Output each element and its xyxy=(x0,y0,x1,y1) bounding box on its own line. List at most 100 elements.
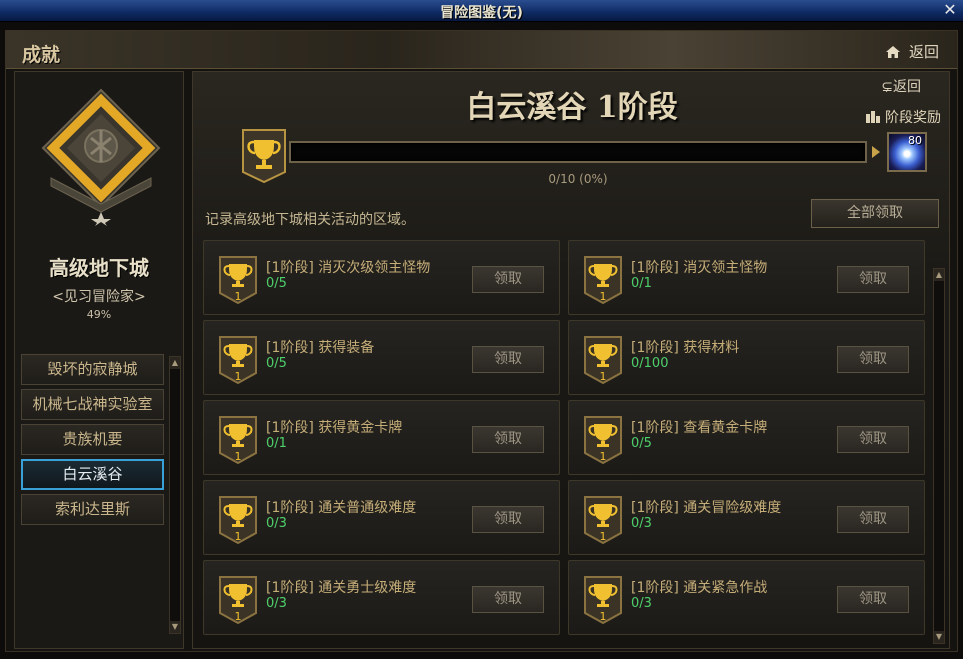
zone-title: 白云溪谷 1阶段 xyxy=(466,90,678,125)
trophy-icon xyxy=(242,129,286,184)
reward-item-icon[interactable]: 80 xyxy=(887,132,927,172)
scroll-down-icon[interactable]: ▼ xyxy=(934,631,944,643)
zone-description: 记录高级地下城相关活动的区域。 xyxy=(205,212,415,228)
nav-item-mechanical-lab[interactable]: 机械七战神实验室 xyxy=(21,389,164,420)
stage-progress-bar xyxy=(289,141,867,163)
achievement-label: [1阶段] 获得材料 xyxy=(631,340,740,356)
trophy-number: 1 xyxy=(235,530,242,543)
claim-all-button[interactable]: 全部领取 xyxy=(811,199,939,228)
trophy-icon: 1 xyxy=(584,576,622,625)
achievement-progress: 0/5 xyxy=(266,276,287,291)
close-icon[interactable]: ✕ xyxy=(941,1,959,19)
trophy-number: 1 xyxy=(600,610,607,623)
claim-button[interactable]: 领取 xyxy=(837,346,909,373)
scroll-down-icon[interactable]: ▼ xyxy=(170,621,180,633)
nav-item-solidaris[interactable]: 索利达里斯 xyxy=(21,494,164,525)
achievement-card: 1 [1阶段] 查看黄金卡牌 0/5 领取 xyxy=(568,400,925,475)
nav-item-ruined-silent-city[interactable]: 毁坏的寂静城 xyxy=(21,354,164,385)
window-title: 冒险图鉴(无) xyxy=(440,5,523,21)
achievement-card: 1 [1阶段] 消灭领主怪物 0/1 领取 xyxy=(568,240,925,315)
achievement-label: [1阶段] 查看黄金卡牌 xyxy=(631,420,768,436)
stage-reward-button[interactable]: 阶段奖励 xyxy=(865,107,941,127)
dungeon-category-panel: 高级地下城 <见习冒险家> 49% 毁坏的寂静城 机械七战神实验室 贵族机要 白… xyxy=(14,71,184,649)
achievement-main-panel: 白云溪谷 1阶段 ⊊返回 阶段奖励 80 0/10 (0%) 记录高级地下城相关… xyxy=(192,71,950,649)
window-titlebar: 冒险图鉴(无) ✕ xyxy=(0,0,963,22)
claim-button[interactable]: 领取 xyxy=(837,266,909,293)
achievement-window: 成就 返回 高级地下城 <见习冒险家> 49% 毁坏的寂静城 机械七战神实验室 … xyxy=(5,30,958,652)
trophy-icon: 1 xyxy=(584,416,622,465)
trophy-number: 1 xyxy=(235,450,242,463)
achievement-progress: 0/3 xyxy=(631,596,652,611)
achievement-label: [1阶段] 消灭次级领主怪物 xyxy=(266,260,431,276)
trophy-icon: 1 xyxy=(219,416,257,465)
achievement-progress: 0/3 xyxy=(266,596,287,611)
dungeon-group-title: 高级地下城 xyxy=(49,256,149,280)
gift-icon xyxy=(866,111,880,123)
rank-label: <见习冒险家> xyxy=(52,289,146,305)
achievement-label: [1阶段] 获得装备 xyxy=(266,340,375,356)
nav-item-noble-secrets[interactable]: 贵族机要 xyxy=(21,424,164,455)
progress-text: 0/10 (0%) xyxy=(548,172,608,186)
nav-item-baiyun-valley[interactable]: 白云溪谷 xyxy=(21,459,164,490)
achievement-progress: 0/3 xyxy=(631,516,652,531)
back-label: 返回 xyxy=(908,43,939,61)
completion-percent: 49% xyxy=(86,308,112,321)
stage-reward-label: 阶段奖励 xyxy=(885,110,941,126)
achievement-progress: 0/100 xyxy=(631,356,669,371)
achievement-card: 1 [1阶段] 获得黄金卡牌 0/1 领取 xyxy=(203,400,560,475)
left-scrollbar[interactable]: ▲ ▼ xyxy=(169,356,181,634)
trophy-icon: 1 xyxy=(584,496,622,545)
achievement-card: 1 [1阶段] 获得装备 0/5 领取 xyxy=(203,320,560,395)
achievement-card: 1 [1阶段] 获得材料 0/100 领取 xyxy=(568,320,925,395)
dungeon-list: 毁坏的寂静城 机械七战神实验室 贵族机要 白云溪谷 索利达里斯 xyxy=(21,354,167,529)
trophy-icon: 1 xyxy=(219,576,257,625)
trophy-number: 1 xyxy=(235,610,242,623)
claim-button[interactable]: 领取 xyxy=(472,426,544,453)
achievement-progress: 0/3 xyxy=(266,516,287,531)
claim-button[interactable]: 领取 xyxy=(837,586,909,613)
trophy-number: 1 xyxy=(235,290,242,303)
achievement-progress: 0/5 xyxy=(266,356,287,371)
claim-button[interactable]: 领取 xyxy=(472,346,544,373)
trophy-icon: 1 xyxy=(584,256,622,305)
rank-emblem-icon xyxy=(41,88,161,226)
claim-button[interactable]: 领取 xyxy=(472,586,544,613)
achievement-grid: 1 [1阶段] 消灭次级领主怪物 0/5 领取 1 [1阶段] 消灭领主怪物 0/1 领取 1[… xyxy=(203,240,931,644)
claim-button[interactable]: 领取 xyxy=(837,426,909,453)
achievement-card: 1 [1阶段] 消灭次级领主怪物 0/5 领取 xyxy=(203,240,560,315)
back-button[interactable]: 返回 xyxy=(885,41,939,62)
trophy-icon: 1 xyxy=(219,256,257,305)
trophy-number: 1 xyxy=(235,370,242,383)
claim-button[interactable]: 领取 xyxy=(472,266,544,293)
achievement-label: [1阶段] 通关紧急作战 xyxy=(631,580,768,596)
trophy-number: 1 xyxy=(600,530,607,543)
achievement-progress: 0/1 xyxy=(631,276,652,291)
arrow-right-icon xyxy=(872,146,880,158)
achievement-card: 1 [1阶段] 通关勇士级难度 0/3 领取 xyxy=(203,560,560,635)
claim-button[interactable]: 领取 xyxy=(472,506,544,533)
home-icon xyxy=(885,45,900,58)
trophy-number: 1 xyxy=(600,450,607,463)
page-title: 成就 xyxy=(22,44,61,66)
claim-button[interactable]: 领取 xyxy=(837,506,909,533)
trophy-icon: 1 xyxy=(584,336,622,385)
achievement-label: [1阶段] 通关普通级难度 xyxy=(266,500,417,516)
reward-level: 80 xyxy=(908,134,922,147)
stage-back-button[interactable]: ⊊返回 xyxy=(881,76,921,96)
trophy-number: 1 xyxy=(600,370,607,383)
achievement-card: 1 [1阶段] 通关普通级难度 0/3 领取 xyxy=(203,480,560,555)
scroll-up-icon[interactable]: ▲ xyxy=(170,357,180,369)
achievement-label: [1阶段] 通关冒险级难度 xyxy=(631,500,782,516)
main-scrollbar[interactable]: ▲ ▼ xyxy=(933,268,945,644)
achievement-label: [1阶段] 消灭领主怪物 xyxy=(631,260,768,276)
achievement-card: 1 [1阶段] 通关紧急作战 0/3 领取 xyxy=(568,560,925,635)
trophy-icon: 1 xyxy=(219,336,257,385)
scroll-up-icon[interactable]: ▲ xyxy=(934,269,944,281)
trophy-icon: 1 xyxy=(219,496,257,545)
achievement-card: 1 [1阶段] 通关冒险级难度 0/3 领取 xyxy=(568,480,925,555)
trophy-number: 1 xyxy=(600,290,607,303)
header-bar: 成就 返回 xyxy=(6,31,957,69)
achievement-label: [1阶段] 获得黄金卡牌 xyxy=(266,420,403,436)
achievement-progress: 0/5 xyxy=(631,436,652,451)
achievement-label: [1阶段] 通关勇士级难度 xyxy=(266,580,417,596)
